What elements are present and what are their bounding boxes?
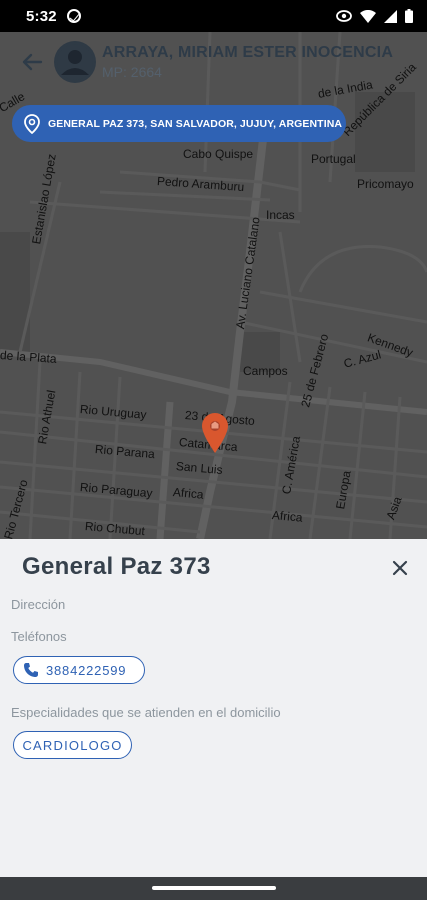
address-text: GENERAL PAZ 373, SAN SALVADOR, JUJUY, AR… [48, 117, 343, 130]
doctor-header: ARRAYA, MIRIAM ESTER INOCENCIA MP: 2664 [0, 32, 427, 92]
specialty-label: CARDIOLOGO [22, 737, 123, 753]
street-label: Incas [266, 208, 295, 222]
street-label: Campos [243, 364, 288, 378]
arrow-left-icon [22, 53, 43, 71]
sync-icon [66, 9, 81, 23]
eye-icon [336, 10, 352, 22]
street-label: Africa [271, 508, 304, 525]
doctor-info: ARRAYA, MIRIAM ESTER INOCENCIA MP: 2664 [102, 44, 393, 80]
address-pill[interactable]: GENERAL PAZ 373, SAN SALVADOR, JUJUY, AR… [12, 105, 346, 142]
especialidades-label: Especialidades que se atienden en el dom… [11, 705, 281, 720]
sheet-title: General Paz 373 [22, 553, 211, 580]
address-detail-sheet: General Paz 373 Dirección Teléfonos 3884… [0, 539, 427, 877]
street-label: Africa [172, 485, 205, 502]
street-label: Portugal [311, 152, 356, 166]
close-icon [392, 560, 408, 576]
phone-number: 3884222599 [46, 662, 127, 678]
phone-chip[interactable]: 3884222599 [13, 656, 145, 684]
signal-icon [384, 9, 397, 23]
back-button[interactable] [12, 42, 52, 82]
wifi-icon [360, 9, 376, 23]
close-button[interactable] [389, 557, 411, 579]
status-icons [336, 9, 413, 23]
avatar [54, 41, 96, 83]
home-gesture-handle[interactable] [152, 886, 276, 890]
person-icon [55, 42, 95, 82]
specialty-chip[interactable]: CARDIOLOGO [13, 731, 132, 759]
doctor-mp: MP: 2664 [102, 64, 162, 80]
status-time: 5:32 [26, 7, 57, 25]
direccion-label: Dirección [11, 597, 66, 612]
phone-icon [23, 662, 39, 678]
map-marker-icon[interactable] [202, 413, 228, 453]
status-bar: 5:32 [0, 0, 427, 32]
doctor-name: ARRAYA, MIRIAM ESTER INOCENCIA [102, 44, 394, 61]
battery-icon [405, 9, 413, 23]
system-nav-bar [0, 877, 427, 900]
street-label: Pricomayo [357, 177, 414, 191]
street-label: Cabo Quispe [183, 147, 254, 161]
location-pin-icon [24, 113, 40, 134]
telefonos-label: Teléfonos [11, 629, 67, 644]
